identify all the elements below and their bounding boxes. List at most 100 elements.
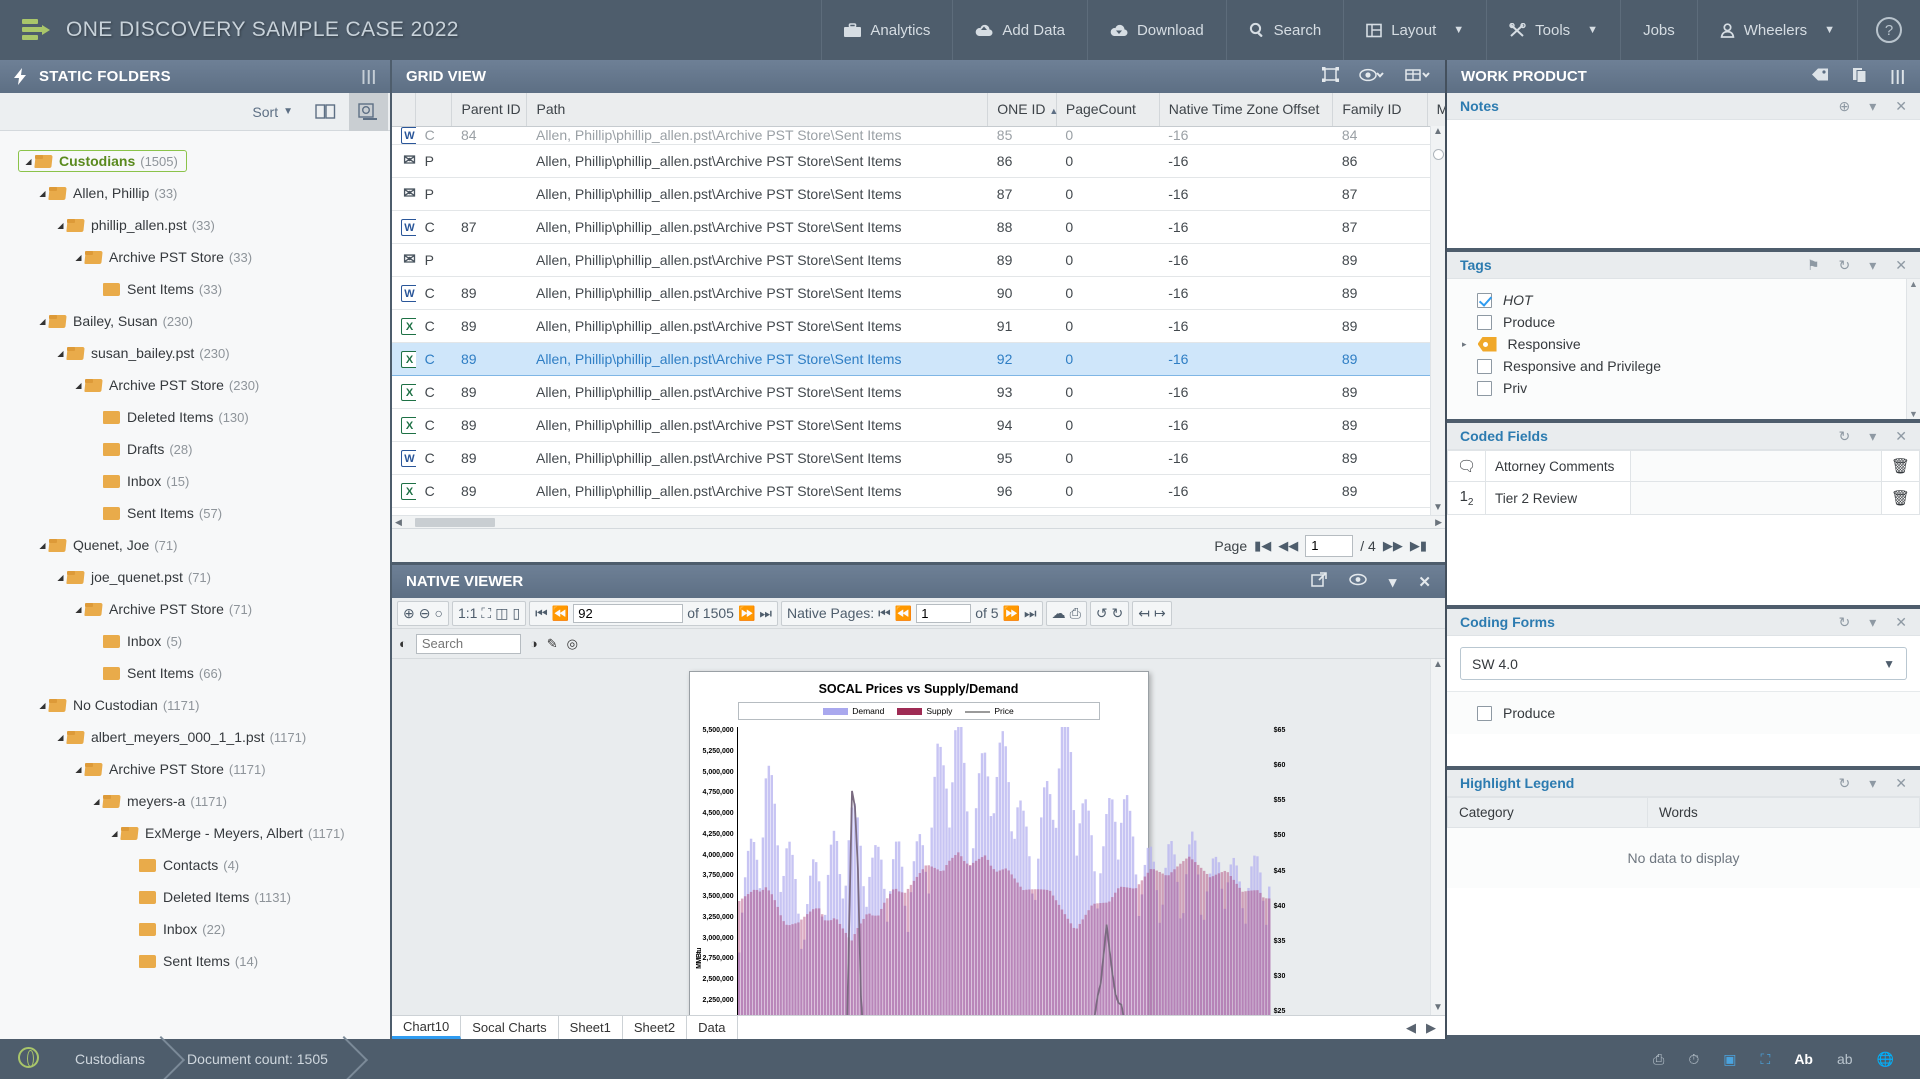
column-header[interactable]: Native Time Zone Offset (1159, 93, 1334, 127)
fit-height-icon[interactable]: ◫ (495, 605, 508, 622)
fullscreen-icon[interactable] (1322, 67, 1339, 86)
column-header[interactable] (415, 93, 453, 127)
zoom-reset-icon[interactable]: ○ (434, 605, 442, 621)
chevron-down-icon[interactable]: ▾ (1869, 614, 1876, 631)
print-icon[interactable]: ⎙ (1653, 1051, 1664, 1068)
coded-field-row[interactable]: 🗨 Attorney Comments 🗑 (1446, 450, 1920, 482)
table-row[interactable]: W C 87 Allen, Phillip\phillip_allen.pst\Arc… (392, 210, 1445, 244)
prev-document-icon[interactable]: ⏪ (552, 605, 569, 622)
column-header[interactable]: Parent ID (451, 93, 528, 127)
copy-icon[interactable] (1852, 67, 1868, 87)
grip-icon[interactable]: ||| (361, 68, 377, 85)
close-icon[interactable]: ✕ (1418, 573, 1431, 591)
fit-page-icon[interactable]: ⛶ (481, 605, 491, 622)
print-icon[interactable]: ⎙ (1070, 605, 1081, 622)
tree-item[interactable]: Sent Items (33) (0, 273, 390, 305)
refresh-icon[interactable]: ↻ (1839, 428, 1851, 445)
expand-arrow-icon[interactable]: ◢ (54, 573, 67, 582)
refresh-icon[interactable]: ↻ (1839, 614, 1851, 631)
chevron-down-icon[interactable]: ▾ (1869, 98, 1876, 115)
sort-button[interactable]: Sort ▼ (243, 98, 302, 126)
sheet-tab[interactable]: Socal Charts (461, 1016, 559, 1039)
table-row[interactable]: ✉ P Allen, Phillip\phillip_allen.pst\Archi… (392, 177, 1445, 211)
tree-item[interactable]: ◢ joe_quenet.pst (71) (0, 561, 390, 593)
scroll-down-arrow[interactable]: ▼ (1907, 409, 1920, 419)
checkbox[interactable] (1477, 705, 1492, 721)
tree-item[interactable]: ◢ Quenet, Joe (71) (0, 529, 390, 561)
rotate-left-icon[interactable]: ↺ (1096, 605, 1108, 622)
close-icon[interactable]: ✕ (1895, 257, 1907, 274)
table-row[interactable]: X C 89 Allen, Phillip\phillip_allen.pst\Arc… (392, 309, 1445, 343)
book-view-button[interactable] (306, 97, 345, 126)
tag-item[interactable]: Produce (1447, 311, 1920, 333)
page-number-input[interactable] (916, 603, 972, 623)
tree-item[interactable]: ◢ Archive PST Store (1171) (0, 753, 390, 785)
tree-item[interactable]: Sent Items (66) (0, 657, 390, 689)
chevron-down-icon[interactable]: ▾ (1869, 428, 1876, 445)
search-prev-icon[interactable]: ◐ (399, 636, 407, 651)
table-row[interactable]: ✉ P Allen, Phillip\phillip_allen.pst\Archi… (392, 144, 1445, 178)
add-note-icon[interactable]: ⊕ (1839, 98, 1851, 115)
expand-arrow-icon[interactable]: ◢ (72, 381, 85, 390)
expand-arrow-icon[interactable]: ◢ (72, 765, 85, 774)
chevron-down-icon[interactable]: ▾ (1869, 775, 1876, 792)
expand-arrow-icon[interactable]: ◢ (72, 253, 85, 262)
redo-icon[interactable]: ↦ (1154, 605, 1166, 622)
table-row[interactable]: W C 89 Allen, Phillip\phillip_allen.pst\Arc… (392, 276, 1445, 310)
actual-size-label[interactable]: 1:1 (458, 605, 477, 621)
tree-item[interactable]: Drafts (28) (0, 433, 390, 465)
prev-page-button[interactable]: ◀◀ (1278, 538, 1298, 554)
status-logo-icon[interactable] (0, 1047, 53, 1071)
column-header[interactable] (392, 93, 417, 127)
coding-form-select[interactable]: SW 4.0 ▼ (1460, 647, 1907, 680)
tree-item[interactable]: Sent Items (57) (0, 497, 390, 529)
undo-icon[interactable]: ↤ (1138, 605, 1150, 622)
zoom-in-icon[interactable]: ⊕ (403, 605, 415, 622)
scroll-left-arrow[interactable]: ◀ (392, 517, 405, 528)
last-page-button[interactable]: ▶▮ (1410, 538, 1427, 554)
cloud-download-icon[interactable]: ☁ (1052, 605, 1066, 622)
column-header[interactable]: Family ID (1332, 93, 1428, 127)
expand-arrow-icon[interactable]: ◢ (90, 797, 103, 806)
search-options-icon[interactable]: ◎ (567, 636, 578, 652)
tag-item[interactable]: HOT (1447, 289, 1920, 311)
box-icon[interactable]: ▣ (1723, 1051, 1736, 1068)
checkbox[interactable] (1477, 358, 1492, 374)
manage-tags-icon[interactable]: ⚑ (1807, 257, 1820, 274)
expand-arrow-icon[interactable]: ◢ (36, 189, 49, 198)
tree-item[interactable]: Sent Items (14) (0, 945, 390, 977)
next-page-button[interactable]: ▶▶ (1383, 538, 1403, 554)
document-number-input[interactable] (573, 603, 684, 623)
close-icon[interactable]: ✕ (1895, 775, 1907, 792)
column-header[interactable]: Ma (1427, 93, 1445, 127)
rotate-right-icon[interactable]: ↻ (1112, 605, 1124, 622)
next-page-icon[interactable]: ⏩ (1003, 605, 1020, 622)
image-icon[interactable]: ⛶ (1761, 1051, 1771, 1068)
viewer-search-input[interactable] (415, 633, 521, 654)
nav-analytics[interactable]: Analytics (821, 0, 952, 60)
viewer-vertical-scrollbar[interactable]: ▲ ▼ (1430, 659, 1445, 1015)
column-header[interactable]: ONE ID ▲ (987, 93, 1058, 127)
h-scroll-thumb[interactable] (414, 517, 495, 527)
checkbox[interactable] (1477, 292, 1492, 308)
tree-item[interactable]: ◢ Bailey, Susan (230) (0, 305, 390, 337)
help-button[interactable]: ? (1857, 0, 1920, 60)
expand-arrow-icon[interactable]: ◢ (108, 829, 121, 838)
scroll-down-arrow[interactable]: ▼ (1431, 502, 1445, 513)
table-row[interactable]: W C 89 Allen, Phillip\phillip_allen.pst\Arc… (392, 441, 1445, 475)
tree-item[interactable]: ◢ Archive PST Store (33) (0, 241, 390, 273)
tag-item[interactable]: Priv (1447, 377, 1920, 399)
page-input[interactable] (1305, 534, 1354, 557)
tree-item[interactable]: Inbox (15) (0, 465, 390, 497)
tree-item[interactable]: ◢ albert_meyers_000_1_1.pst (1171) (0, 721, 390, 753)
expand-arrow-icon[interactable]: ◢ (36, 317, 49, 326)
tag-item[interactable]: Responsive and Privilege (1447, 355, 1920, 377)
last-page-icon[interactable]: ⏭ (1024, 605, 1037, 622)
nav-tools[interactable]: Tools ▼ (1486, 0, 1620, 60)
zoom-out-icon[interactable]: ⊖ (419, 605, 431, 622)
coded-field-row[interactable]: 12 Tier 2 Review 🗑 (1446, 481, 1920, 515)
tag-item[interactable]: ▸ Responsive (1447, 333, 1920, 355)
scroll-right-arrow[interactable]: ▶ (1432, 517, 1445, 528)
sheet-tab[interactable]: Data (687, 1016, 738, 1039)
expand-arrow-icon[interactable]: ◢ (54, 221, 67, 230)
